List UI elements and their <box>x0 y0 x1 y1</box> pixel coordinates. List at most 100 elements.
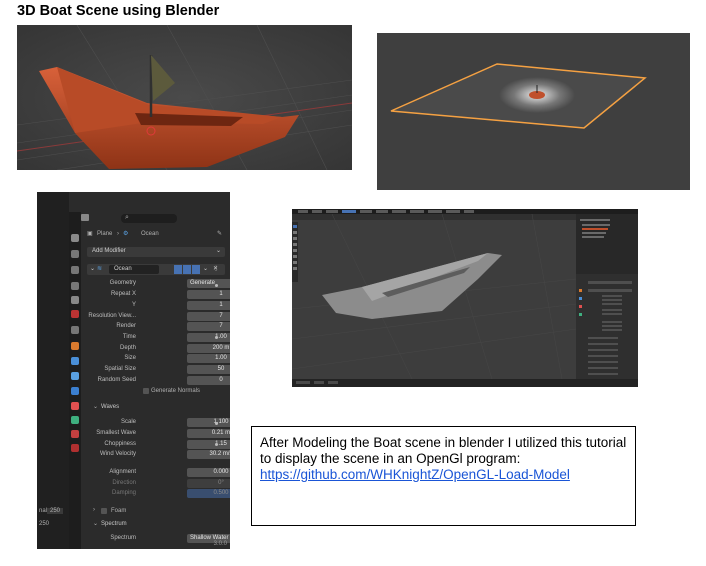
field-label: Wind Velocity <box>99 451 136 457</box>
keyframe-dot[interactable] <box>215 336 218 339</box>
constraints-tab-icon[interactable] <box>71 402 79 410</box>
output-tab-icon[interactable] <box>71 266 79 274</box>
physics-tab-icon[interactable] <box>71 387 79 395</box>
field-geometry: Geometry Generate <box>81 279 230 289</box>
field-resolution-view: Resolution View... 7 <box>81 312 230 322</box>
modifier-tab-icon[interactable] <box>71 357 79 365</box>
field-label: Damping <box>111 490 136 496</box>
dropdown-icon[interactable]: ⌄ <box>203 265 208 272</box>
side-label: nal <box>39 508 48 514</box>
field-label: Time <box>122 334 136 340</box>
breadcrumb-modifier: Ocean <box>141 231 159 237</box>
field-label: Depth <box>119 345 136 351</box>
field-label: Spatial Size <box>104 366 136 372</box>
repeat-y-input[interactable]: 1 <box>187 301 230 310</box>
modifier-name-field[interactable]: Ocean <box>109 265 159 274</box>
waves-header[interactable]: Waves <box>101 404 119 410</box>
side-label-2: 250 <box>39 521 50 527</box>
timeline <box>292 379 638 387</box>
field-repeat-x: Repeat X 1 <box>81 290 230 300</box>
field-render: Render 7 <box>81 322 230 332</box>
smallest-wave-input[interactable]: 0.21 m <box>187 429 230 438</box>
keyframe-dot[interactable] <box>215 422 218 425</box>
foam-label: Foam <box>111 508 127 514</box>
chevron-down-icon: ⌄ <box>215 248 221 254</box>
tutorial-link[interactable]: https://github.com/WHKnightZ/OpenGL-Load… <box>260 467 570 482</box>
time-input[interactable]: 1.00 <box>187 333 230 342</box>
search-input[interactable]: ⌕ <box>121 214 177 223</box>
keyframe-dot[interactable] <box>215 443 218 446</box>
spectrum-header[interactable]: Spectrum <box>101 521 127 527</box>
waves-chevron-icon[interactable]: ⌄ <box>93 403 98 410</box>
field-alignment: Alignment 0.000 <box>81 468 230 478</box>
material-tab-icon[interactable] <box>71 430 79 438</box>
editor-type-icon[interactable] <box>81 214 89 221</box>
field-label: Size <box>124 355 136 361</box>
spectrum-chevron-icon[interactable]: ⌄ <box>93 520 98 527</box>
size-input[interactable]: 1.00 <box>187 354 230 363</box>
field-random-seed: Random Seed 0 <box>81 376 230 386</box>
choppiness-input[interactable]: 1.15 <box>187 440 230 449</box>
property-tabs <box>69 212 81 549</box>
repeat-x-input[interactable]: 1 <box>187 290 230 299</box>
field-label: Spectrum <box>110 535 136 541</box>
field-time: Time 1.00 <box>81 333 230 343</box>
render-tab-icon[interactable] <box>71 250 79 258</box>
description-text: After Modeling the Boat scene in blender… <box>260 435 627 466</box>
properties-panel: nal 250 250 ⌕ ▣ Plane › ⚙ Ocean ✎ Add Mo… <box>37 192 230 549</box>
wind-velocity-input[interactable]: 30.2 m/s <box>187 450 230 459</box>
add-modifier-label: Add Modifier <box>92 248 126 254</box>
field-direction: Direction 0° <box>81 479 230 489</box>
scale-input[interactable]: 1.100 <box>187 418 230 427</box>
field-label: Direction <box>112 480 136 486</box>
foam-chevron-icon[interactable]: › <box>93 507 95 513</box>
data-tab-icon[interactable] <box>71 416 79 424</box>
side-value[interactable]: 250 <box>47 508 64 514</box>
field-label: Alignment <box>109 469 136 475</box>
field-damping: Damping 0.500 <box>81 489 230 499</box>
generate-normals-checkbox[interactable] <box>143 388 149 394</box>
scene-tab-icon[interactable] <box>71 296 79 304</box>
particles-tab-icon[interactable] <box>71 372 79 380</box>
field-spatial-size: Spatial Size 50 <box>81 365 230 375</box>
collapse-chevron-icon[interactable]: ⌄ <box>90 265 95 272</box>
breadcrumb-object: Plane <box>97 231 113 237</box>
world-tab-icon[interactable] <box>71 310 79 318</box>
field-scale: Scale 1.100 <box>81 418 230 428</box>
drag-handle-icon[interactable]: ⋮ <box>213 265 219 272</box>
field-label: Repeat X <box>110 291 136 297</box>
edit-mode-toggle[interactable] <box>174 265 182 274</box>
viewport-toggle[interactable] <box>183 265 191 274</box>
boat-viewport[interactable] <box>17 25 352 170</box>
keyframe-dot[interactable] <box>215 284 218 287</box>
foam-checkbox[interactable] <box>101 508 107 514</box>
direction-input[interactable]: 0° <box>187 479 230 488</box>
collection-tab-icon[interactable] <box>71 326 79 334</box>
plane-viewport[interactable] <box>377 33 690 190</box>
depth-input[interactable]: 200 m <box>187 344 230 353</box>
page-title: 3D Boat Scene using Blender <box>17 3 220 19</box>
modifier-header[interactable]: ⌄ ≋ Ocean ⌄ ✕ <box>87 264 225 275</box>
pin-icon[interactable]: ✎ <box>217 230 222 237</box>
spatial-size-input[interactable]: 50 <box>187 365 230 374</box>
blender-full-window[interactable] <box>292 209 638 387</box>
add-modifier-button[interactable]: Add Modifier ⌄ <box>87 247 225 257</box>
render-input[interactable]: 7 <box>187 322 230 331</box>
field-depth: Depth 200 m <box>81 344 230 354</box>
random-seed-input[interactable]: 0 <box>187 376 230 385</box>
alignment-input[interactable]: 0.000 <box>187 468 230 477</box>
field-wind-velocity: Wind Velocity 30.2 m/s <box>81 450 230 460</box>
object-icon: ▣ <box>87 231 93 237</box>
damping-input[interactable]: 0.500 <box>187 489 230 498</box>
object-tab-icon[interactable] <box>71 342 79 350</box>
modifier-name: Ocean <box>114 266 132 272</box>
view-layer-tab-icon[interactable] <box>71 282 79 290</box>
resolution-view-input[interactable]: 7 <box>187 312 230 321</box>
texture-tab-icon[interactable] <box>71 444 79 452</box>
geometry-select[interactable]: Generate <box>187 279 230 288</box>
tool-tab-icon[interactable] <box>71 234 79 242</box>
outliner <box>576 214 638 274</box>
field-choppiness: Choppiness 1.15 <box>81 440 230 450</box>
render-toggle[interactable] <box>192 265 200 274</box>
field-label: Random Seed <box>97 377 136 383</box>
